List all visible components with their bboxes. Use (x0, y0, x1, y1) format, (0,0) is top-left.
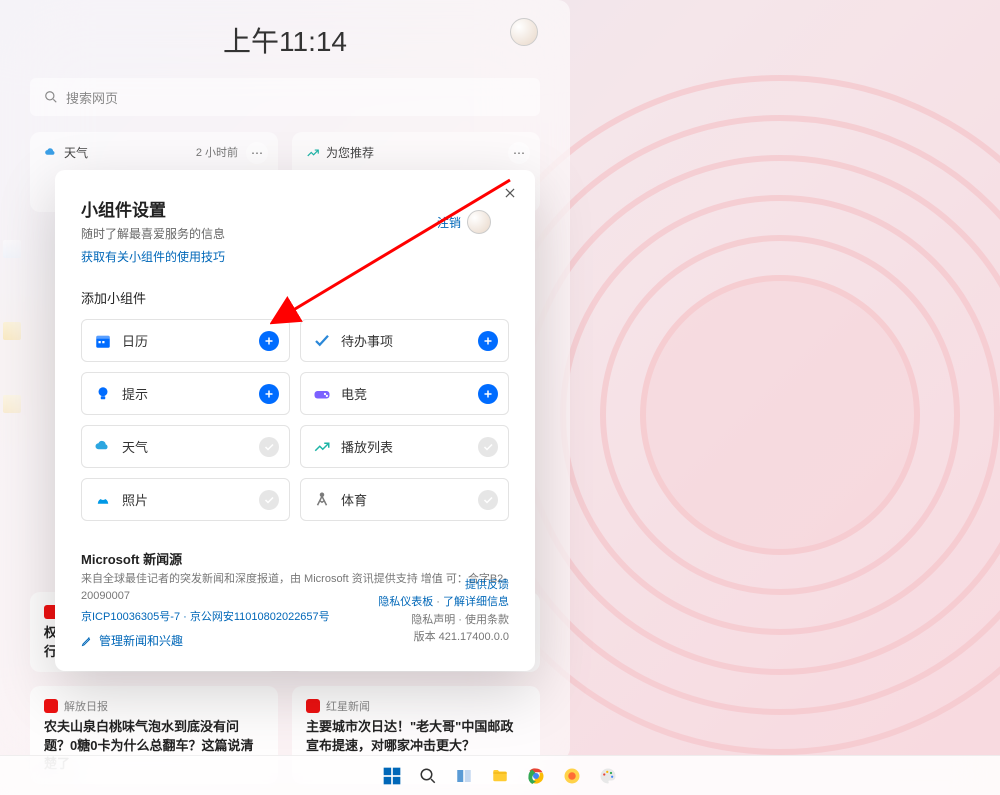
game-icon (313, 385, 331, 403)
widget-item-sport[interactable]: 体育 (300, 478, 509, 521)
widget-item-playlist[interactable]: 播放列表 (300, 425, 509, 468)
add-widget-button[interactable] (259, 331, 279, 351)
widget-item-label: 提示 (122, 384, 148, 403)
photo-icon (94, 491, 112, 509)
sport-icon (313, 491, 331, 509)
search-placeholder: 搜索网页 (66, 88, 118, 107)
bulb-icon (94, 385, 112, 403)
privacy-dashboard-link[interactable]: 隐私仪表板 (378, 596, 433, 608)
app-icon (563, 767, 581, 785)
calendar-icon (94, 332, 112, 350)
add-widget-button[interactable] (478, 331, 498, 351)
search-icon (419, 767, 437, 785)
palette-icon (599, 767, 617, 785)
feedback-link[interactable]: 提供反馈 (465, 579, 509, 591)
widget-item-weather[interactable]: 天气 (81, 425, 290, 468)
folder-icon (491, 767, 509, 785)
widget-added-icon (478, 490, 498, 510)
widget-item-game[interactable]: 电竞 (300, 372, 509, 415)
taskbar-chrome[interactable] (522, 762, 550, 790)
close-button[interactable] (499, 182, 521, 204)
taskbar-explorer[interactable] (486, 762, 514, 790)
logout-link[interactable]: 注销 (437, 210, 491, 234)
playlist-icon (313, 438, 331, 456)
tips-link[interactable]: 获取有关小组件的使用技巧 (81, 248, 225, 265)
widget-item-photo[interactable]: 照片 (81, 478, 290, 521)
desktop-icon[interactable] (3, 395, 21, 413)
news-title: 主要城市次日达！"老大哥"中国邮政宣布提速，对哪家冲击更大？ (306, 718, 526, 756)
widget-added-icon (259, 490, 279, 510)
taskview-icon (455, 767, 473, 785)
widget-item-label: 电竞 (341, 384, 367, 403)
check-icon (313, 332, 331, 350)
source-badge-icon (44, 699, 58, 713)
start-button[interactable] (378, 762, 406, 790)
widget-item-label: 天气 (122, 437, 148, 456)
taskbar-paint[interactable] (594, 762, 622, 790)
close-icon (503, 186, 517, 200)
add-widget-button[interactable] (259, 384, 279, 404)
widget-item-label: 体育 (341, 490, 367, 509)
widget-item-label: 播放列表 (341, 437, 393, 456)
add-widget-button[interactable] (478, 384, 498, 404)
taskbar-search[interactable] (414, 762, 442, 790)
user-avatar-icon (467, 210, 491, 234)
desktop-icon[interactable] (3, 240, 21, 258)
weather-icon (94, 438, 112, 456)
widget-added-icon (478, 437, 498, 457)
weather-icon (44, 146, 58, 160)
widget-item-check[interactable]: 待办事项 (300, 319, 509, 362)
card-more-icon[interactable]: ⋯ (246, 142, 268, 164)
widget-item-calendar[interactable]: 日历 (81, 319, 290, 362)
clock-time: 上午11:14 (30, 20, 540, 60)
newsfeed-title: Microsoft 新闻源 (81, 549, 509, 568)
add-widgets-heading: 添加小组件 (81, 288, 509, 307)
widget-added-icon (259, 437, 279, 457)
user-avatar[interactable] (510, 18, 538, 46)
taskbar (0, 755, 1000, 795)
trend-icon (306, 146, 320, 160)
chrome-icon (527, 767, 545, 785)
widget-grid: 日历 待办事项提示 电竞天气 播放列表照片 体育 (81, 319, 509, 521)
windows-icon (382, 766, 402, 786)
taskbar-app[interactable] (558, 762, 586, 790)
source-badge-icon (306, 699, 320, 713)
footer-right: 提供反馈 隐私仪表板 · 了解详细信息 隐私声明 · 使用条款 版本 421.1… (378, 577, 509, 647)
desktop-icon[interactable] (3, 322, 21, 340)
taskbar-taskview[interactable] (450, 762, 478, 790)
widget-item-label: 照片 (122, 490, 148, 509)
search-icon (44, 90, 58, 104)
widget-item-label: 日历 (122, 331, 148, 350)
version-label: 版本 421.17400.0.0 (414, 631, 509, 643)
widget-item-bulb[interactable]: 提示 (81, 372, 290, 415)
details-link[interactable]: 了解详细信息 (443, 596, 509, 608)
widget-settings-dialog: 注销 小组件设置 随时了解最喜爱服务的信息 获取有关小组件的使用技巧 添加小组件… (55, 170, 535, 671)
pencil-icon (81, 635, 93, 647)
widget-item-label: 待办事项 (341, 331, 393, 350)
